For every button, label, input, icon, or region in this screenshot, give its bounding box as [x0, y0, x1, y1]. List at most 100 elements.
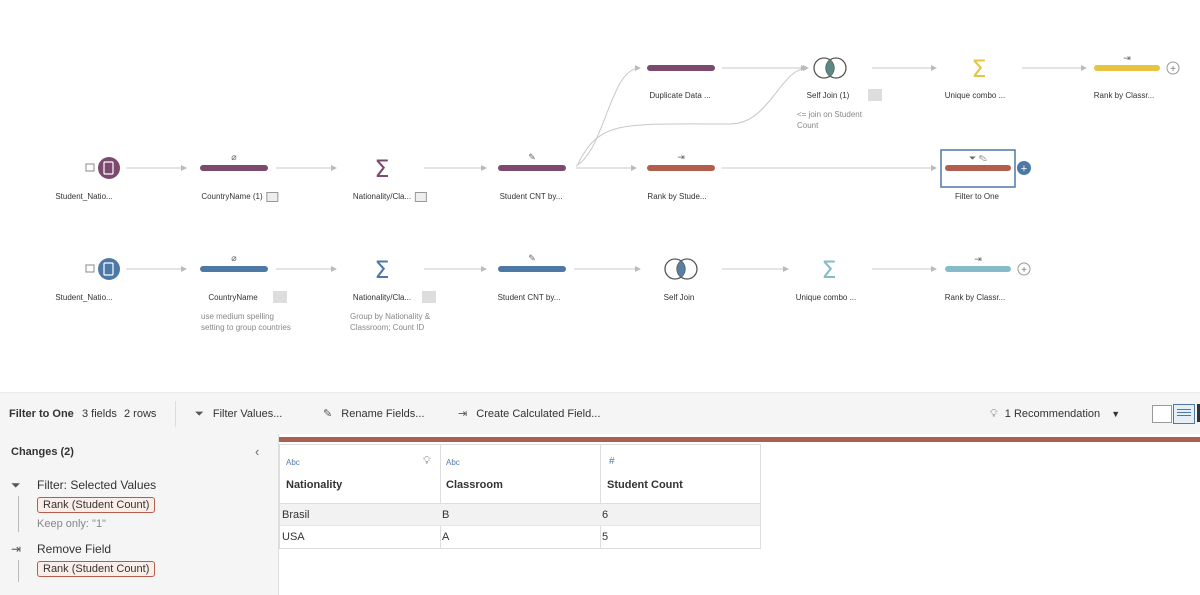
chevron-down-icon: ▼ [1111, 409, 1121, 419]
node-label: Nationality/Cla... [352, 293, 412, 302]
create-calc-label: Create Calculated Field... [476, 408, 601, 420]
filter-icon: ⏷ [195, 408, 204, 420]
node-label: Unique combo ... [944, 91, 1006, 100]
comment-icon[interactable] [422, 291, 436, 303]
svg-text:⇥: ⇥ [677, 152, 685, 162]
svg-text:Σ: Σ [374, 155, 389, 183]
table-row[interactable] [280, 504, 760, 525]
change-action: Filter: Selected Values [37, 478, 157, 492]
clean-step-studentcnt-row2[interactable]: ✎ [498, 253, 566, 272]
node-label: Student_Natio... [55, 192, 113, 201]
aggregate-unique-combo-upper[interactable]: Σ [971, 55, 986, 83]
node-label: CountryName [208, 293, 258, 302]
node-label: Duplicate Data ... [649, 91, 711, 100]
change-connector [18, 560, 19, 582]
comment-icon[interactable] [266, 192, 279, 202]
type-number-icon: # [609, 456, 615, 467]
svg-text:⏷ ✎: ⏷ ✎ [968, 153, 987, 163]
change-action: Remove Field [37, 542, 112, 556]
output-step-rank-by-stude[interactable]: ⇥ [647, 152, 715, 171]
table-cell[interactable]: A [442, 531, 449, 543]
svg-text:+: + [1021, 265, 1027, 276]
node-note: Group by Nationality & Classroom; Count … [350, 312, 431, 332]
profile-view-icon[interactable] [1152, 405, 1172, 423]
comment-icon[interactable] [868, 89, 882, 101]
column-header-student-count[interactable]: Student Count [607, 479, 683, 491]
svg-text:⌀: ⌀ [231, 152, 237, 162]
type-abc-icon: Abc [446, 458, 460, 467]
svg-text:Σ: Σ [821, 256, 836, 284]
node-label: Nationality/Cla... [353, 192, 428, 202]
rename-fields-button[interactable]: ✎ Rename Fields... [323, 393, 424, 435]
node-label: Student CNT by... [499, 192, 563, 201]
node-label: Student CNT by... [497, 293, 561, 302]
svg-text:✎: ✎ [528, 253, 536, 263]
create-calculated-field-button[interactable]: ⇥ Create Calculated Field... [458, 393, 600, 435]
table-cell[interactable]: 6 [602, 509, 608, 521]
node-note: <= join on Student Count [797, 110, 862, 130]
column-header-nationality[interactable]: Nationality [286, 479, 342, 491]
input-node-row2[interactable] [85, 258, 120, 280]
step-name: Filter to One [9, 408, 74, 420]
node-label: Student_Natio... [55, 293, 113, 302]
table-cell[interactable]: B [442, 509, 449, 521]
table-cell[interactable]: USA [282, 531, 305, 543]
svg-text:⌀: ⌀ [231, 253, 237, 263]
clean-step-countryname[interactable]: ⌀ [200, 253, 268, 272]
divider [175, 401, 176, 427]
svg-text:✎: ✎ [528, 152, 536, 162]
step-color-bar [279, 437, 1200, 442]
self-join-node[interactable] [664, 258, 698, 280]
column-header-classroom[interactable]: Classroom [446, 479, 503, 491]
table-cell[interactable]: 5 [602, 531, 608, 543]
collapse-panel-icon[interactable]: ‹ [255, 444, 259, 459]
change-field-chip[interactable]: Rank (Student Count) [37, 559, 156, 577]
svg-text:Σ: Σ [374, 256, 389, 284]
filter-to-one-node[interactable]: ⏷ ✎ + [940, 149, 1031, 188]
node-label: Self Join (1) [806, 91, 850, 100]
flow-connections: ⌀ Σ ✎ ⇥ ⏷ ✎ + Σ ⇥ + ⌀ Σ ✎ Σ ⇥ + [85, 53, 1180, 284]
changes-panel: Changes (2) ‹ ⏷ Filter: Selected Values … [0, 434, 279, 595]
rename-icon: ✎ [323, 408, 333, 420]
list-view-icon[interactable] [1173, 404, 1195, 424]
flow-canvas[interactable]: ⌀ Σ ✎ ⇥ ⏷ ✎ + Σ ⇥ + ⌀ Σ ✎ Σ ⇥ + Student_… [0, 0, 1200, 392]
table-row[interactable] [280, 526, 760, 547]
data-table: Abc 💡︎ Nationality Abc Classroom # Stude… [279, 444, 761, 549]
lightbulb-icon[interactable]: 💡︎ [423, 455, 431, 468]
duplicate-data-node[interactable] [647, 65, 715, 71]
remove-field-icon: ⇥ [11, 542, 22, 556]
svg-text:+: + [1021, 163, 1027, 175]
clean-step-countryname1[interactable]: ⌀ [200, 152, 268, 171]
node-label: Unique combo ... [795, 293, 857, 302]
node-label: Rank by Stude... [647, 192, 707, 201]
field-chip: Rank (Student Count) [37, 561, 156, 577]
filter-values-button[interactable]: ⏷ Filter Values... [195, 393, 282, 435]
field-chip: Rank (Student Count) [37, 497, 156, 513]
change-detail: Keep only: "1" [37, 518, 106, 530]
calc-icon: ⇥ [458, 408, 468, 420]
svg-text:+: + [1170, 64, 1176, 75]
input-node-row1[interactable] [85, 157, 120, 179]
table-cell[interactable]: Brasil [282, 509, 310, 521]
aggregate-step-row2[interactable]: Σ [374, 256, 389, 284]
self-join-1-node[interactable] [813, 57, 847, 79]
comment-icon[interactable] [273, 291, 287, 303]
node-label: Filter to One [954, 192, 1000, 201]
change-field-chip[interactable]: Rank (Student Count) [37, 495, 156, 513]
svg-text:⇥: ⇥ [1123, 53, 1131, 63]
field-count: 3 fields [82, 408, 117, 420]
rename-fields-label: Rename Fields... [341, 408, 425, 420]
output-rank-by-classr-lower[interactable]: ⇥ + [945, 254, 1031, 276]
node-label: Rank by Classr... [1093, 91, 1155, 100]
comment-icon[interactable] [415, 192, 428, 202]
clean-step-studentcnt-row1[interactable]: ✎ [498, 152, 566, 171]
aggregate-step-row1[interactable]: Σ [374, 155, 389, 183]
node-label: Self Join [663, 293, 695, 302]
profile-toolbar: Filter to One 3 fields 2 rows ⏷ Filter V… [0, 392, 1200, 435]
data-grid-area: Abc 💡︎ Nationality Abc Classroom # Stude… [279, 434, 1200, 595]
filter-values-label: Filter Values... [212, 408, 283, 420]
aggregate-unique-combo-lower[interactable]: Σ [821, 256, 836, 284]
output-rank-by-classr-upper[interactable]: ⇥ + [1094, 53, 1180, 75]
recommendation-button[interactable]: 💡︎ 1 Recommendation ▼ [990, 393, 1120, 435]
node-label: CountryName (1) [201, 192, 279, 202]
